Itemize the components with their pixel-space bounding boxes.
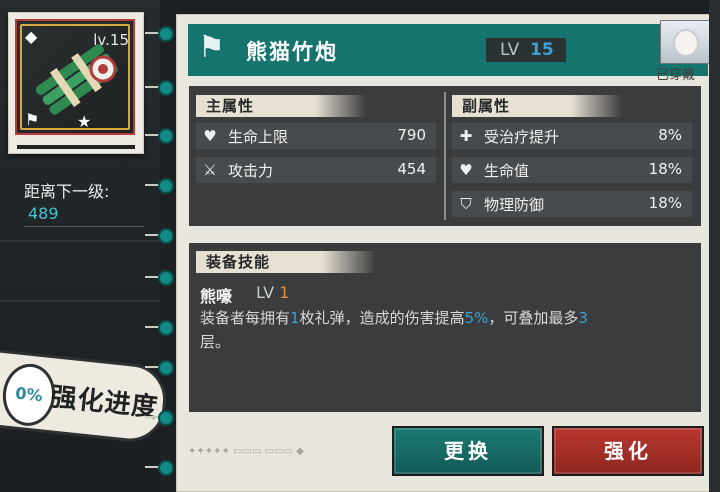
upgrade-button[interactable]: 强化: [552, 426, 704, 476]
skill-level-value: 1: [279, 283, 290, 302]
sub-stat-row: ♥ 生命值 18%: [452, 157, 692, 183]
stat-label: 生命值: [484, 162, 530, 180]
equipped-label: 已穿戴: [656, 68, 696, 83]
stat-value: 454: [397, 160, 426, 178]
desc-highlight: 1: [290, 309, 300, 327]
main-stats-title: 主属性: [196, 95, 366, 117]
stat-value: 8%: [658, 126, 682, 144]
right-edge: [709, 0, 720, 492]
stat-value: 790: [397, 126, 426, 144]
skill-level-label: LV: [256, 283, 275, 302]
heart-icon: ♥: [203, 127, 217, 145]
binder-ring: [158, 178, 174, 194]
shield-icon: ⛉: [460, 195, 472, 213]
binder-ring: [158, 26, 174, 42]
swap-button[interactable]: 更换: [392, 426, 544, 476]
desc-text: 枚礼弹，造成的伤害提高: [299, 309, 465, 327]
rarity-diamond-icon: ◆: [25, 27, 38, 46]
decor-mark: ✦✦✦✦✦ ▭▭▭ ▭▭▭ ◆: [188, 446, 304, 457]
flag-icon: ⚑: [198, 30, 225, 65]
stat-label: 物理防御: [484, 196, 545, 214]
next-level-label: 距离下一级:: [24, 182, 110, 201]
skill-level: LV 1: [256, 283, 289, 302]
stat-label: 攻击力: [228, 162, 274, 180]
swords-icon: ⚔: [203, 161, 217, 179]
heart-icon: ♥: [459, 161, 473, 179]
star-icon: ★: [77, 112, 92, 131]
stat-label: 生命上限: [228, 128, 289, 146]
heal-icon: ✚: [459, 127, 473, 145]
equipment-name: 熊猫竹炮: [246, 40, 338, 64]
sub-stat-row: ✚ 受治疗提升 8%: [452, 123, 692, 149]
binder-ring: [158, 80, 174, 96]
stat-value: 18%: [648, 194, 682, 212]
main-stat-row: ♥ 生命上限 790: [196, 123, 436, 149]
level-label: LV: [500, 40, 520, 60]
stats-divider: [444, 92, 446, 220]
equipment-level: lv.15: [93, 31, 129, 49]
desc-highlight: 5%: [464, 309, 489, 327]
binder-ring: [158, 270, 174, 286]
desc-text: 层。: [200, 333, 231, 351]
binder-ring: [158, 320, 174, 336]
wearer-avatar[interactable]: [660, 20, 710, 64]
stat-value: 18%: [648, 160, 682, 178]
binder-ring: [158, 360, 174, 376]
desc-text: 装备者每拥有: [200, 309, 291, 327]
equipment-thumbnail[interactable]: ◆ ⚑ ★ lv.15: [8, 12, 144, 154]
footer-decoration: ✦✦✦✦✦ ▭▭▭ ▭▭▭ ◆: [188, 446, 378, 474]
equipment-level-box: LV 15: [486, 38, 566, 62]
sub-stat-row: ⛉ 物理防御 18%: [452, 191, 692, 217]
stat-label: 受治疗提升: [484, 128, 560, 146]
binder-ring: [158, 460, 174, 476]
binder-ring: [158, 128, 174, 144]
character-portrait: [673, 29, 699, 57]
progress-label: 强化进度: [49, 382, 160, 424]
equipment-header: ⚑ 熊猫竹炮 LV 15: [188, 24, 708, 76]
binder-ring: [158, 410, 174, 426]
skill-name: 熊嚎: [200, 287, 233, 306]
desc-text: ，可叠加最多: [488, 309, 579, 327]
skill-title: 装备技能: [196, 251, 376, 273]
flag-icon: ⚑: [25, 110, 40, 129]
main-stat-row: ⚔ 攻击力 454: [196, 157, 436, 183]
level-value: 15: [530, 40, 554, 60]
next-level-value: 489: [28, 204, 59, 223]
binder-ring: [158, 228, 174, 244]
exp-bar: [17, 145, 135, 149]
progress-percent: 0%: [0, 361, 59, 429]
desc-highlight: 3: [578, 309, 588, 327]
sub-stats-title: 副属性: [452, 95, 622, 117]
skill-description: 装备者每拥有1枚礼弹，造成的伤害提高5%，可叠加最多3 层。: [200, 306, 694, 354]
divider: [24, 226, 144, 227]
